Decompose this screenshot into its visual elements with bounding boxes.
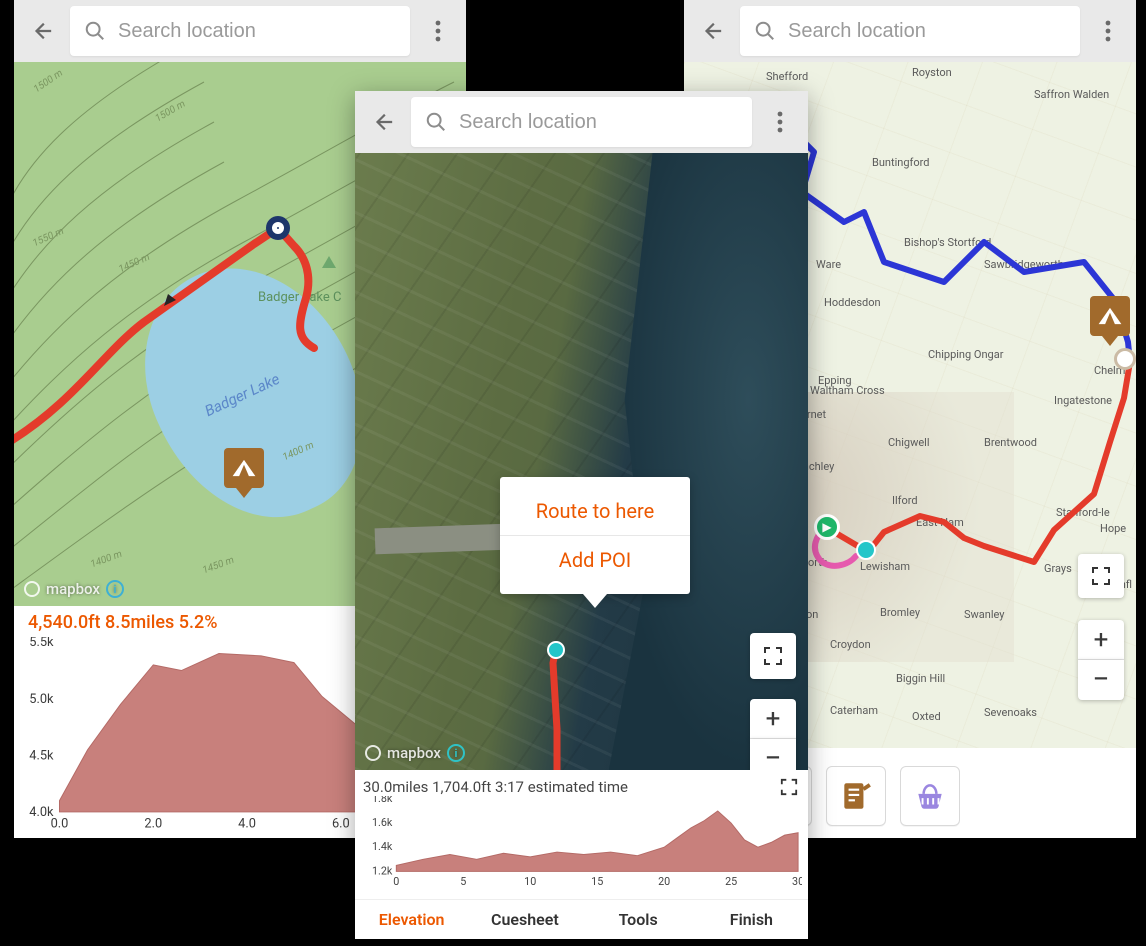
cursor-marker[interactable]: [547, 641, 565, 659]
elevation-chart[interactable]: 1.2k 1.4k 1.6k 1.8k 0 5 10 15 20 25 30: [363, 796, 802, 888]
svg-text:30: 30: [792, 875, 802, 888]
back-button[interactable]: [24, 13, 60, 49]
map-attribution: mapbox i: [24, 580, 124, 598]
tool-note[interactable]: [826, 766, 886, 826]
tab-tools[interactable]: Tools: [582, 900, 695, 939]
menu-button[interactable]: [1090, 13, 1126, 49]
svg-text:1.8k: 1.8k: [372, 796, 393, 805]
zoom-in-button[interactable]: +: [1078, 620, 1124, 660]
svg-text:10: 10: [524, 875, 536, 888]
tool-basket[interactable]: [900, 766, 960, 826]
topbar: [14, 0, 466, 62]
svg-text:4.0: 4.0: [238, 817, 256, 831]
topbar: [684, 0, 1136, 62]
svg-text:20: 20: [658, 875, 670, 888]
cursor-marker[interactable]: [856, 540, 876, 560]
search-input[interactable]: [788, 20, 1066, 43]
map-satellite[interactable]: Route to here Add POI + − mapbox i: [355, 153, 808, 770]
menu-button[interactable]: [762, 104, 798, 140]
search-field[interactable]: [411, 97, 752, 147]
search-icon: [754, 20, 776, 42]
bottom-tabs: Elevation Cuesheet Tools Finish: [355, 899, 808, 939]
svg-text:5.5k: 5.5k: [29, 637, 54, 650]
svg-text:0: 0: [393, 875, 399, 888]
route-to-here-option[interactable]: Route to here: [522, 493, 668, 529]
add-poi-option[interactable]: Add POI: [522, 542, 668, 578]
search-input[interactable]: [459, 111, 738, 134]
fullscreen-button[interactable]: [750, 633, 796, 679]
svg-text:25: 25: [725, 875, 737, 888]
zoom-in-button[interactable]: +: [750, 699, 796, 739]
start-marker[interactable]: ▶: [814, 514, 840, 540]
tab-finish[interactable]: Finish: [695, 900, 808, 939]
phone-center: Route to here Add POI + − mapbox i 30.0m…: [355, 91, 808, 939]
camp-pin[interactable]: [1090, 296, 1130, 336]
search-icon: [425, 111, 447, 133]
waypoint-marker[interactable]: [266, 216, 290, 240]
svg-text:1.4k: 1.4k: [372, 840, 393, 853]
zoom-out-button[interactable]: −: [1078, 660, 1124, 700]
back-button[interactable]: [365, 104, 401, 140]
svg-text:2.0: 2.0: [144, 817, 162, 831]
search-input[interactable]: [118, 20, 396, 43]
menu-button[interactable]: [420, 13, 456, 49]
fullscreen-button[interactable]: [1078, 554, 1124, 598]
svg-text:0.0: 0.0: [51, 817, 69, 831]
tab-elevation[interactable]: Elevation: [355, 900, 468, 939]
elevation-stats: 30.0miles 1,704.0ft 3:17 estimated time: [363, 778, 802, 796]
waypoint-marker[interactable]: [1114, 348, 1136, 370]
route-line: [355, 153, 808, 770]
svg-text:4.5k: 4.5k: [29, 748, 54, 763]
search-field[interactable]: [740, 6, 1080, 56]
svg-text:6.0: 6.0: [332, 817, 350, 831]
search-icon: [84, 20, 106, 42]
elevation-panel: 30.0miles 1,704.0ft 3:17 estimated time …: [355, 770, 808, 899]
svg-text:5.0k: 5.0k: [29, 692, 54, 707]
svg-text:1.6k: 1.6k: [372, 816, 393, 829]
map-attribution: mapbox i: [365, 744, 465, 762]
svg-text:1.2k: 1.2k: [372, 864, 393, 877]
context-popup: Route to here Add POI: [500, 477, 690, 594]
svg-text:5: 5: [460, 875, 466, 888]
tab-cuesheet[interactable]: Cuesheet: [468, 900, 581, 939]
back-button[interactable]: [694, 13, 730, 49]
expand-chart-button[interactable]: [780, 778, 798, 800]
camp-pin[interactable]: [224, 448, 264, 488]
topbar: [355, 91, 808, 153]
zoom-out-button[interactable]: −: [750, 739, 796, 770]
svg-text:15: 15: [591, 875, 603, 888]
search-field[interactable]: [70, 6, 410, 56]
